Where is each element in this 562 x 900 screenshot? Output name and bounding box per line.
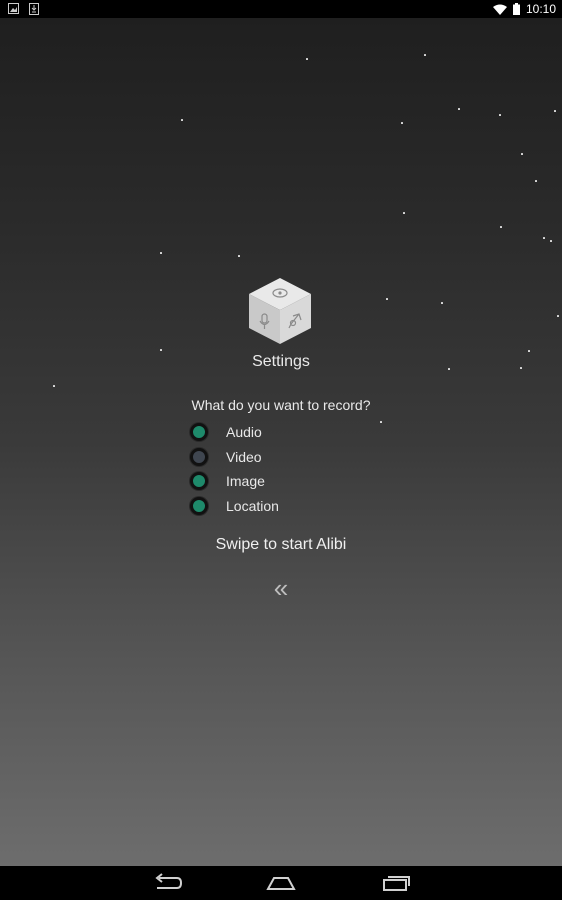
back-icon[interactable] bbox=[151, 872, 183, 894]
star bbox=[160, 349, 162, 351]
record-options: Audio Video Image Location bbox=[190, 420, 279, 518]
option-label: Video bbox=[226, 448, 262, 465]
star bbox=[441, 302, 443, 304]
swipe-instruction: Swipe to start Alibi bbox=[215, 536, 347, 553]
navigation-bar bbox=[0, 866, 562, 900]
location-radio[interactable] bbox=[190, 497, 208, 516]
status-bar: 10:10 bbox=[0, 0, 562, 18]
record-question: What do you want to record? bbox=[191, 397, 371, 413]
star bbox=[499, 114, 501, 116]
star bbox=[550, 240, 552, 242]
star bbox=[386, 298, 388, 300]
page-title: Settings bbox=[252, 353, 310, 370]
star bbox=[535, 180, 537, 182]
star bbox=[403, 212, 405, 214]
star bbox=[424, 54, 426, 56]
option-video[interactable]: Video bbox=[190, 445, 279, 470]
star bbox=[53, 385, 55, 387]
star bbox=[500, 226, 502, 228]
swipe-chevron-icon[interactable]: « bbox=[0, 573, 562, 604]
star bbox=[458, 108, 460, 110]
option-audio[interactable]: Audio bbox=[190, 420, 279, 445]
star bbox=[306, 58, 308, 60]
image-notification-icon bbox=[8, 3, 19, 14]
audio-radio[interactable] bbox=[190, 423, 208, 442]
star bbox=[521, 153, 523, 155]
video-radio[interactable] bbox=[190, 447, 208, 466]
download-notification-icon bbox=[29, 3, 39, 15]
option-label: Image bbox=[226, 473, 265, 490]
option-image[interactable]: Image bbox=[190, 469, 279, 494]
home-icon[interactable] bbox=[266, 872, 296, 894]
star bbox=[401, 122, 403, 124]
star bbox=[160, 252, 162, 254]
alibi-cube-icon bbox=[249, 278, 311, 344]
star bbox=[554, 110, 556, 112]
star bbox=[380, 421, 382, 423]
wifi-icon bbox=[492, 4, 507, 15]
option-label: Location bbox=[226, 498, 279, 515]
star bbox=[528, 350, 530, 352]
status-time: 10:10 bbox=[525, 2, 556, 16]
recents-icon[interactable] bbox=[381, 872, 411, 894]
star bbox=[557, 315, 559, 317]
image-radio[interactable] bbox=[190, 472, 208, 491]
star bbox=[181, 119, 183, 121]
star bbox=[238, 255, 240, 257]
star bbox=[543, 237, 545, 239]
alibi-settings-screen[interactable]: Settings What do you want to record? Aud… bbox=[0, 18, 562, 866]
option-label: Audio bbox=[226, 424, 262, 441]
option-location[interactable]: Location bbox=[190, 494, 279, 519]
battery-icon bbox=[512, 3, 520, 15]
